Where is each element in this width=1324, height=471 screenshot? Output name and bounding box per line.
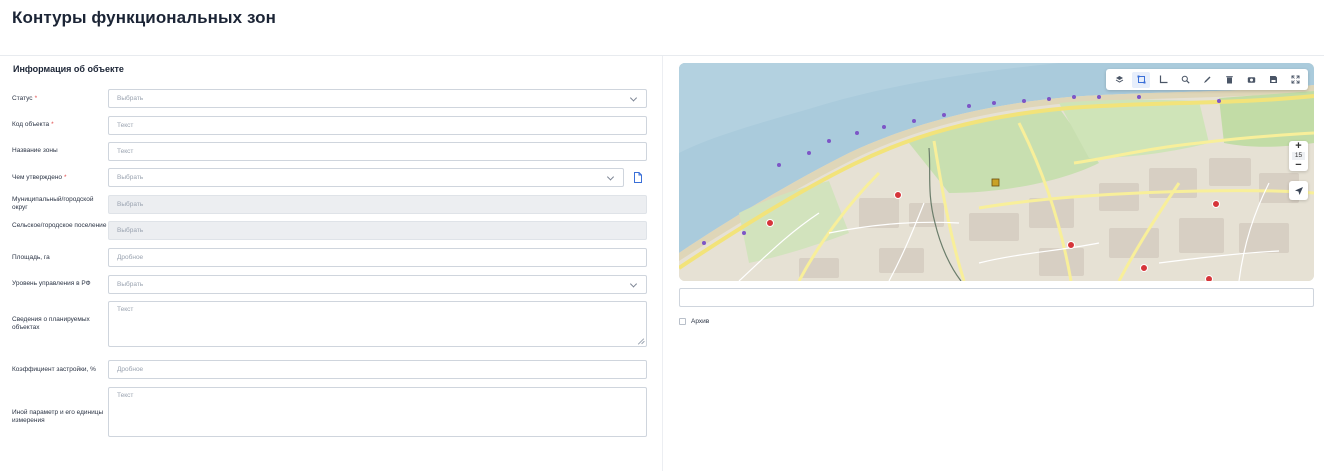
other-param-placeholder: Текст bbox=[117, 392, 134, 399]
screenshot-button[interactable] bbox=[1242, 72, 1260, 88]
attach-document-button[interactable] bbox=[628, 168, 647, 187]
page-title: Контуры функциональных зон bbox=[12, 8, 277, 27]
zoom-out-button[interactable]: − bbox=[1295, 160, 1301, 171]
resize-handle-icon[interactable] bbox=[638, 338, 644, 344]
delete-icon bbox=[1225, 76, 1233, 84]
layers-button[interactable] bbox=[1110, 72, 1128, 88]
fullscreen-icon bbox=[1291, 75, 1299, 84]
gov-level-select[interactable]: Выбрать bbox=[108, 275, 647, 294]
layers-icon bbox=[1115, 76, 1123, 83]
geolocate-button[interactable] bbox=[1289, 181, 1308, 200]
approved-by-label: Чем утверждено * bbox=[12, 174, 67, 181]
object-code-placeholder: Текст bbox=[117, 122, 134, 129]
settlement-label: Сельское/городское поселение bbox=[12, 222, 107, 229]
other-param-label: Иной параметр и его единицы измерения bbox=[12, 409, 104, 424]
measure-button[interactable] bbox=[1154, 72, 1172, 88]
area-placeholder: Дробное bbox=[117, 254, 144, 261]
fullscreen-button[interactable] bbox=[1286, 72, 1304, 88]
chevron-down-icon bbox=[606, 172, 615, 181]
planned-objects-textarea[interactable]: Текст bbox=[108, 301, 647, 347]
select-area-icon bbox=[1137, 75, 1145, 84]
build-coef-placeholder: Дробное bbox=[117, 366, 144, 373]
draw-icon bbox=[1203, 76, 1210, 83]
zoom-in-button[interactable]: + bbox=[1295, 141, 1301, 152]
section-title: Информация об объекте bbox=[13, 64, 124, 74]
chevron-down-icon bbox=[629, 279, 638, 288]
camera-icon bbox=[1247, 77, 1255, 83]
measure-icon bbox=[1159, 75, 1167, 84]
settlement-select: Выбрать bbox=[108, 221, 647, 240]
area-input[interactable]: Дробное bbox=[108, 248, 647, 267]
object-code-input[interactable]: Текст bbox=[108, 116, 647, 135]
map-toolbar bbox=[1106, 69, 1308, 90]
column-divider bbox=[662, 56, 663, 471]
search-button[interactable] bbox=[1176, 72, 1194, 88]
zone-name-label: Название зоны bbox=[12, 147, 58, 154]
build-coef-input[interactable]: Дробное bbox=[108, 360, 647, 379]
planned-objects-label: Сведения о планируемых объектах bbox=[12, 316, 90, 331]
planned-objects-placeholder: Текст bbox=[117, 306, 134, 313]
status-select-value: Выбрать bbox=[117, 95, 144, 102]
approved-by-value: Выбрать bbox=[117, 174, 144, 181]
zone-name-placeholder: Текст bbox=[117, 148, 134, 155]
map-canvas[interactable] bbox=[679, 63, 1314, 281]
zoom-control: + 15 − bbox=[1289, 141, 1308, 171]
navigation-arrow-icon bbox=[1294, 186, 1303, 195]
other-param-textarea[interactable]: Текст bbox=[108, 387, 647, 437]
settlement-value: Выбрать bbox=[117, 227, 144, 234]
area-label: Площадь, га bbox=[12, 254, 50, 261]
approved-by-select[interactable]: Выбрать bbox=[108, 168, 624, 187]
archive-label: Архив bbox=[691, 318, 710, 325]
map-coordinates-input[interactable] bbox=[679, 288, 1314, 307]
select-area-button[interactable] bbox=[1132, 71, 1150, 88]
chevron-down-icon bbox=[629, 93, 638, 102]
gov-level-label: Уровень управления в РФ bbox=[12, 280, 91, 287]
municipal-value: Выбрать bbox=[117, 201, 144, 208]
save-button[interactable] bbox=[1264, 72, 1282, 88]
object-code-label: Код объекта * bbox=[12, 121, 54, 128]
municipal-select: Выбрать bbox=[108, 195, 647, 214]
archive-row: Архив bbox=[679, 318, 709, 325]
map-view[interactable]: + 15 − bbox=[679, 63, 1314, 281]
document-add-icon bbox=[633, 172, 642, 183]
draw-button[interactable] bbox=[1198, 72, 1216, 88]
municipal-label: Муниципальный/городской округ bbox=[12, 196, 94, 211]
build-coef-label: Коэффициент застройки, % bbox=[12, 366, 96, 373]
gov-level-value: Выбрать bbox=[117, 281, 144, 288]
status-label: Статус * bbox=[12, 95, 38, 102]
zone-name-input[interactable]: Текст bbox=[108, 142, 647, 161]
save-icon bbox=[1269, 76, 1277, 83]
archive-checkbox[interactable] bbox=[679, 318, 686, 325]
delete-button[interactable] bbox=[1220, 72, 1238, 88]
search-icon bbox=[1181, 75, 1190, 84]
status-select[interactable]: Выбрать bbox=[108, 89, 647, 108]
